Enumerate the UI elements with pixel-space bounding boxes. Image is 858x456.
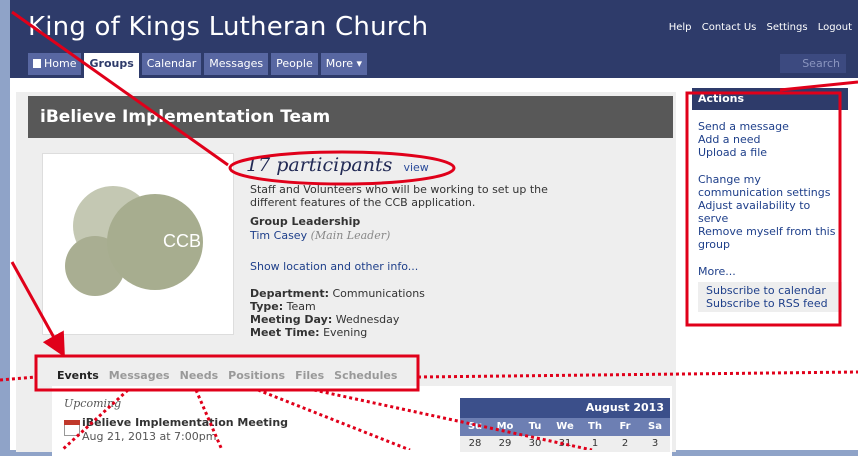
actions-panel: Actions Send a message Add a need Upload…	[692, 88, 848, 324]
type-label: Type:	[250, 300, 284, 313]
nav-tab-messages[interactable]: Messages	[204, 53, 269, 75]
tab-messages[interactable]: Messages	[104, 365, 175, 386]
group-content-tabs: Events Messages Needs Positions Files Sc…	[52, 365, 402, 386]
participants-summary: 17 participants view	[246, 154, 429, 176]
more-link[interactable]: More...	[692, 265, 848, 278]
contact-us-link[interactable]: Contact Us	[702, 22, 757, 33]
department-row: Department: Communications	[250, 287, 425, 300]
logo-text: CCB	[163, 231, 202, 251]
upload-file-link[interactable]: Upload a file	[692, 146, 848, 159]
weekday-label: Mo	[496, 421, 514, 432]
group-leadership-label: Group Leadership	[250, 215, 361, 228]
subscribe-calendar-link[interactable]: Subscribe to calendar	[706, 284, 834, 297]
church-title: King of Kings Lutheran Church	[28, 12, 429, 42]
tab-events[interactable]: Events	[52, 365, 104, 386]
leader-name-link[interactable]: Tim Casey	[250, 229, 307, 242]
nav-tab-more[interactable]: More ▾	[320, 53, 368, 75]
event-title-link[interactable]: iBelieve Implementation Meeting	[82, 416, 288, 429]
help-link[interactable]: Help	[669, 22, 692, 33]
weekday-label: Su	[467, 421, 483, 432]
leader-entry: Tim Casey (Main Leader)	[250, 229, 390, 242]
calendar-icon	[64, 420, 80, 436]
mini-calendar: August 2013 Su Mo Tu We Th Fr Sa 28 29 3…	[460, 398, 670, 452]
department-value: Communications	[332, 287, 425, 300]
meeting-day-value: Wednesday	[335, 313, 400, 326]
calendar-month: August 2013	[460, 398, 670, 418]
weekday-label: Sa	[648, 421, 662, 432]
tab-files[interactable]: Files	[290, 365, 329, 386]
subscribe-rss-link[interactable]: Subscribe to RSS feed	[706, 297, 834, 310]
group-description: Staff and Volunteers who will be working…	[250, 183, 548, 209]
weekday-label: Fr	[619, 421, 631, 432]
nav-tab-home-label: Home	[44, 57, 77, 70]
settings-link[interactable]: Settings	[767, 22, 808, 33]
type-row: Type: Team	[250, 300, 316, 313]
nav-tab-calendar[interactable]: Calendar	[141, 53, 202, 75]
top-links: Help Contact Us Settings Logout	[662, 22, 852, 33]
tab-positions[interactable]: Positions	[223, 365, 290, 386]
tab-needs[interactable]: Needs	[175, 365, 224, 386]
type-value: Team	[286, 300, 316, 313]
upcoming-label: Upcoming	[64, 397, 122, 410]
group-title: iBelieve Implementation Team	[28, 96, 673, 138]
meet-time-row: Meet Time: Evening	[250, 326, 367, 339]
search-input[interactable]: Search	[780, 54, 846, 73]
nav-tab-people[interactable]: People	[271, 53, 318, 75]
weekday-label: We	[556, 421, 574, 432]
actions-header: Actions	[692, 88, 848, 110]
send-message-link[interactable]: Send a message	[692, 120, 848, 133]
remove-myself-link[interactable]: Remove myself from this group	[692, 225, 848, 251]
show-location-link[interactable]: Show location and other info...	[250, 260, 418, 273]
weekday-label: Tu	[528, 421, 542, 432]
logout-link[interactable]: Logout	[818, 22, 852, 33]
group-logo: CCB	[42, 153, 234, 335]
adjust-availability-link[interactable]: Adjust availability to serve	[692, 199, 848, 225]
leader-role: (Main Leader)	[310, 229, 391, 242]
nav-tab-home[interactable]: Home	[28, 53, 82, 75]
weekday-label: Th	[588, 421, 602, 432]
meeting-day-row: Meeting Day: Wednesday	[250, 313, 399, 326]
participant-count: 17 participants	[246, 154, 393, 176]
top-bar: King of Kings Lutheran Church Help Conta…	[10, 0, 858, 78]
calendar-weekdays: Su Mo Tu We Th Fr Sa	[460, 418, 670, 436]
meeting-day-label: Meeting Day:	[250, 313, 333, 326]
meet-time-label: Meet Time:	[250, 326, 320, 339]
ccb-logo-graphic	[65, 186, 203, 296]
home-icon	[33, 59, 41, 68]
tab-schedules[interactable]: Schedules	[329, 365, 402, 386]
communication-settings-link[interactable]: Change my communication settings	[692, 173, 848, 199]
event-date: Aug 21, 2013 at 7:00pm	[82, 430, 217, 443]
app-frame: King of Kings Lutheran Church Help Conta…	[10, 0, 858, 456]
add-need-link[interactable]: Add a need	[692, 133, 848, 146]
nav-tab-groups[interactable]: Groups	[84, 53, 139, 78]
view-participants-link[interactable]: view	[403, 161, 428, 174]
main-nav: Home Groups Calendar Messages People Mor…	[28, 53, 370, 78]
events-panel: Upcoming iBelieve Implementation Meeting…	[52, 386, 672, 456]
meet-time-value: Evening	[323, 326, 368, 339]
department-label: Department:	[250, 287, 329, 300]
subscribe-box: Subscribe to calendar Subscribe to RSS f…	[698, 282, 842, 312]
